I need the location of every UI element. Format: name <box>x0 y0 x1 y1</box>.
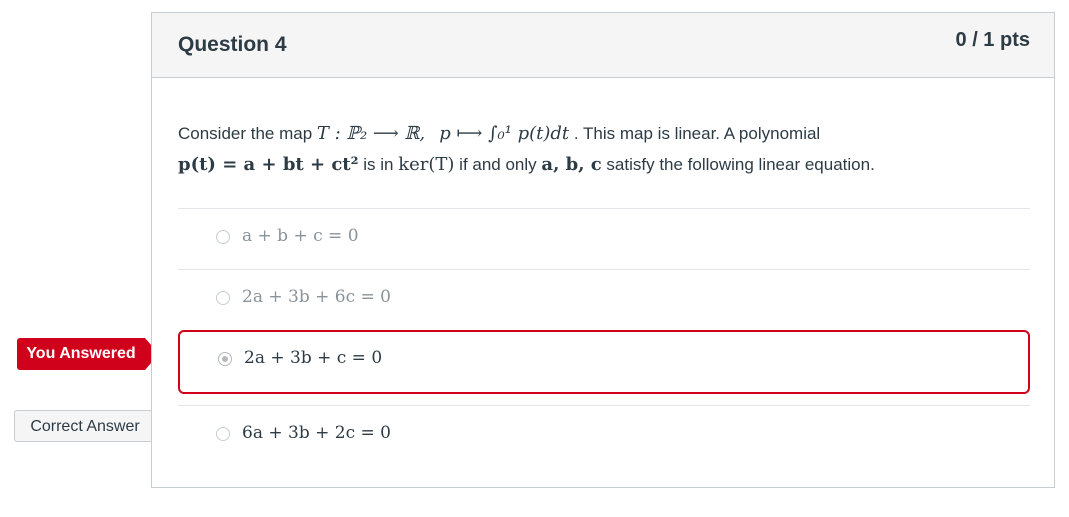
correct-answer-flag: Correct Answer <box>14 410 170 442</box>
math-map-def: T : ℙ₂ ⟶ ℝ, <box>316 123 426 144</box>
question-card: Question 4 0 / 1 pts Consider the map T … <box>151 12 1055 488</box>
question-text-part: Consider the map <box>178 124 313 143</box>
math-map-rule: p ⟼ ∫₀¹ p(t)dt <box>439 123 570 144</box>
question-points: 0 / 1 pts <box>955 29 1030 51</box>
answer-option[interactable]: a + b + c = 0 <box>178 209 1030 269</box>
question-text-part: if and only <box>459 155 537 174</box>
answer-label: 2a + 3b + c = 0 <box>244 348 383 368</box>
math-vars: a, b, c <box>541 154 602 175</box>
answer-label: 6a + 3b + 2c = 0 <box>242 423 391 443</box>
question-title: Question 4 <box>178 33 287 56</box>
radio-button-selected[interactable] <box>218 352 232 366</box>
math-polynomial: p(t) = a + bt + ct² <box>178 154 359 175</box>
answer-label: 2a + 3b + 6c = 0 <box>242 287 391 307</box>
radio-button[interactable] <box>216 230 230 244</box>
question-text-part: satisfy the following linear equation. <box>606 155 875 174</box>
radio-button[interactable] <box>216 291 230 305</box>
answer-option-correct[interactable]: 6a + 3b + 2c = 0 <box>178 406 1030 466</box>
radio-button[interactable] <box>216 427 230 441</box>
answer-option[interactable]: 2a + 3b + 6c = 0 <box>178 270 1030 330</box>
question-text: Consider the map T : ℙ₂ ⟶ ℝ, p ⟼ ∫₀¹ p(t… <box>178 118 1028 180</box>
question-text-part: . This map is linear. A polynomial <box>573 124 821 143</box>
math-kernel: ker(T) <box>398 154 455 175</box>
answer-option-selected-wrong[interactable]: 2a + 3b + c = 0 <box>178 330 1030 394</box>
answer-label: a + b + c = 0 <box>242 226 359 246</box>
question-header: Question 4 0 / 1 pts <box>152 13 1054 78</box>
you-answered-flag: You Answered <box>17 338 159 370</box>
question-text-part: is in <box>363 155 394 174</box>
